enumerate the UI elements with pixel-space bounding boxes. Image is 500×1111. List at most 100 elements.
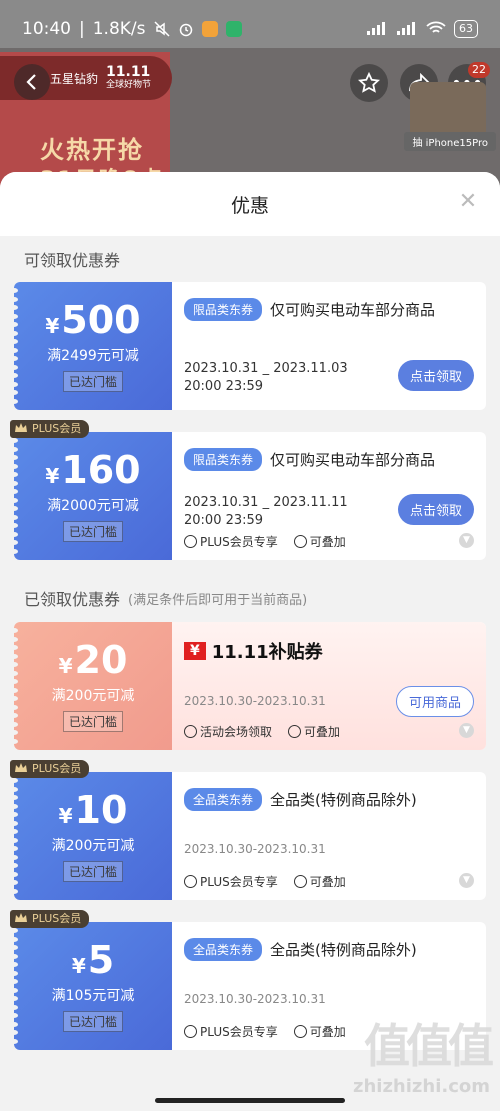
crown-circle-icon xyxy=(184,1025,197,1038)
coupon-features: PLUS会员专享 可叠加 xyxy=(184,533,346,550)
close-icon[interactable]: ✕ xyxy=(458,191,478,213)
coupon-stub: ¥ 160 满2000元可减 已达门槛 xyxy=(10,432,172,560)
coupon-stub: ¥ 20 满200元可减 已达门槛 xyxy=(10,622,172,750)
app-notification-icon xyxy=(201,21,218,37)
crown-circle-icon xyxy=(184,875,197,888)
coupon-type-tag: 限品类东券 xyxy=(184,448,263,471)
coupon-validity: 2023.10.31 _ 2023.11.11 20:00 23:59 xyxy=(184,495,348,528)
promo-sub: 全球好物节 xyxy=(106,79,152,90)
watermark-text: zhizhizhi.com xyxy=(352,1076,490,1097)
iphone-image xyxy=(410,82,486,138)
watermark-logo: 值值值 xyxy=(364,1019,494,1073)
mute-icon xyxy=(153,21,170,37)
coupon-description: 仅可购买电动车部分商品 xyxy=(270,301,436,319)
crown-icon xyxy=(15,913,27,922)
coupon-condition: 满200元可减 xyxy=(51,837,135,854)
crown-icon xyxy=(15,763,27,772)
more-count-badge: 22 xyxy=(468,62,490,78)
coupon-amount: ¥ 20 xyxy=(58,637,128,682)
coupon-condition: 满2499元可减 xyxy=(47,347,139,364)
claimed-title-text: 已领取优惠券 xyxy=(24,590,121,609)
coupon-notches xyxy=(10,438,18,554)
coupon-features: PLUS会员专享 可叠加 xyxy=(184,1023,346,1040)
stack-icon xyxy=(293,1025,307,1038)
threshold-badge: 已达门槛 xyxy=(62,520,123,542)
crown-circle-icon xyxy=(184,535,197,548)
subsidy-label: 11.11补贴券 xyxy=(211,642,323,663)
coupon-stub: ¥ 5 满105元可减 已达门槛 xyxy=(10,922,172,1050)
promo-line1: 火热开抢 xyxy=(40,136,144,164)
favorite-button[interactable] xyxy=(350,64,388,102)
alarm-icon xyxy=(178,21,194,37)
coupon-condition: 满200元可减 xyxy=(51,687,135,704)
chevron-left-icon xyxy=(26,74,36,90)
threshold-badge: 已达门槛 xyxy=(62,710,123,732)
promo-logo: 11.11 xyxy=(106,64,151,81)
home-indicator[interactable] xyxy=(155,1098,345,1103)
coupon-condition: 满2000元可减 xyxy=(47,497,139,514)
coupon-validity: 2023.10.30-2023.10.31 xyxy=(184,694,326,708)
coupon-condition: 满105元可减 xyxy=(51,987,135,1004)
coupon-body: ¥ 11.11补贴券 2023.10.30-2023.10.31 可用商品 活动… xyxy=(172,622,486,750)
available-title-text: 可领取优惠券 xyxy=(24,251,121,270)
coupon-body: 限品类东券 仅可购买电动车部分商品 2023.10.31 _ 2023.11.0… xyxy=(172,282,486,410)
coupon-features: PLUS会员专享 可叠加 xyxy=(184,873,346,890)
coupon-card: ¥ 160 满2000元可减 已达门槛 PLUS会员 限品类东券 仅可购买电动车… xyxy=(10,420,486,560)
coupon-sheet: 优惠 ✕ 可领取优惠券 ¥ 500 满2499元可减 已达门槛 限品类东券 仅可… xyxy=(0,172,500,1111)
coupon-notches xyxy=(10,928,18,1044)
coupon-validity: 2023.10.30-2023.10.31 xyxy=(184,842,326,856)
coupon-card: ¥ 500 满2499元可减 已达门槛 限品类东券 仅可购买电动车部分商品 20… xyxy=(10,282,486,410)
coupon-description: 全品类(特例商品除外) xyxy=(270,941,417,959)
subsidy-flag: ¥ xyxy=(184,642,206,660)
chevron-down-icon[interactable]: ▼ xyxy=(459,873,474,888)
stack-icon xyxy=(293,535,307,548)
back-button[interactable] xyxy=(14,64,50,100)
stack-icon xyxy=(293,875,307,888)
chevron-down-icon[interactable]: ▼ xyxy=(459,723,474,738)
coupon-type-tag: 全品类东券 xyxy=(184,788,263,811)
status-time: 10:40 xyxy=(22,19,71,39)
threshold-badge: 已达门槛 xyxy=(62,1010,123,1032)
applicable-products-button[interactable]: 可用商品 xyxy=(395,686,474,717)
stack-icon xyxy=(288,725,302,738)
promo-brand: 五星钻豹 xyxy=(50,71,99,86)
coupon-stub: ¥ 10 满200元可减 已达门槛 xyxy=(10,772,172,900)
claimed-subtitle: (满足条件后即可用于当前商品) xyxy=(128,592,308,608)
coupon-validity: 2023.10.30-2023.10.31 xyxy=(184,992,326,1006)
coupon-body: 限品类东券 仅可购买电动车部分商品 2023.10.31 _ 2023.11.1… xyxy=(172,432,486,560)
crown-icon xyxy=(15,423,27,432)
coupon-notches xyxy=(10,288,18,404)
coupon-notches xyxy=(10,778,18,894)
shield-icon xyxy=(225,21,242,37)
claimed-section-title: 已领取优惠券 (满足条件后即可用于当前商品) xyxy=(0,578,500,618)
coupon-type-tag: 限品类东券 xyxy=(184,298,263,321)
plus-member-badge: PLUS会员 xyxy=(10,760,90,778)
coupon-amount: ¥ 160 xyxy=(45,447,141,492)
chevron-down-icon[interactable]: ▼ xyxy=(459,533,474,548)
coupon-card: ¥ 10 满200元可减 已达门槛 PLUS会员 全品类东券 全品类(特例商品除… xyxy=(10,760,486,900)
sheet-title: 优惠 xyxy=(230,194,269,217)
iphone-lottery-label[interactable]: 抽 iPhone15Pro xyxy=(404,132,496,151)
subsidy-title: ¥ 11.11补贴券 xyxy=(184,638,474,664)
watermark: 值值值 zhizhizhi.com xyxy=(352,1010,494,1097)
coupon-notches xyxy=(10,628,18,744)
coupon-validity: 2023.10.31 _ 2023.11.03 20:00 23:59 xyxy=(184,361,348,394)
status-speed: 1.8K/s xyxy=(92,19,146,39)
battery-indicator: 63 xyxy=(454,20,478,38)
coupon-amount: ¥ 500 xyxy=(45,297,141,342)
star-icon xyxy=(358,72,380,93)
coupon-body: 全品类东券 全品类(特例商品除外) 2023.10.30-2023.10.31 … xyxy=(172,772,486,900)
sheet-header: 优惠 ✕ xyxy=(0,172,500,236)
plus-member-badge: PLUS会员 xyxy=(10,420,90,438)
coupon-description: 仅可购买电动车部分商品 xyxy=(270,451,436,469)
claim-button[interactable]: 点击领取 xyxy=(397,494,474,525)
threshold-badge: 已达门槛 xyxy=(62,860,123,882)
coupon-amount: ¥ 5 xyxy=(71,937,115,982)
coupon-card: ¥ 20 满200元可减 已达门槛 ¥ 11.11补贴券 2023.10.30-… xyxy=(10,622,486,750)
claim-button[interactable]: 点击领取 xyxy=(397,360,474,391)
wifi-icon xyxy=(426,21,446,38)
venue-icon xyxy=(184,725,197,738)
plus-member-badge: PLUS会员 xyxy=(10,910,90,928)
signal-icon xyxy=(366,21,388,38)
threshold-badge: 已达门槛 xyxy=(62,370,123,392)
